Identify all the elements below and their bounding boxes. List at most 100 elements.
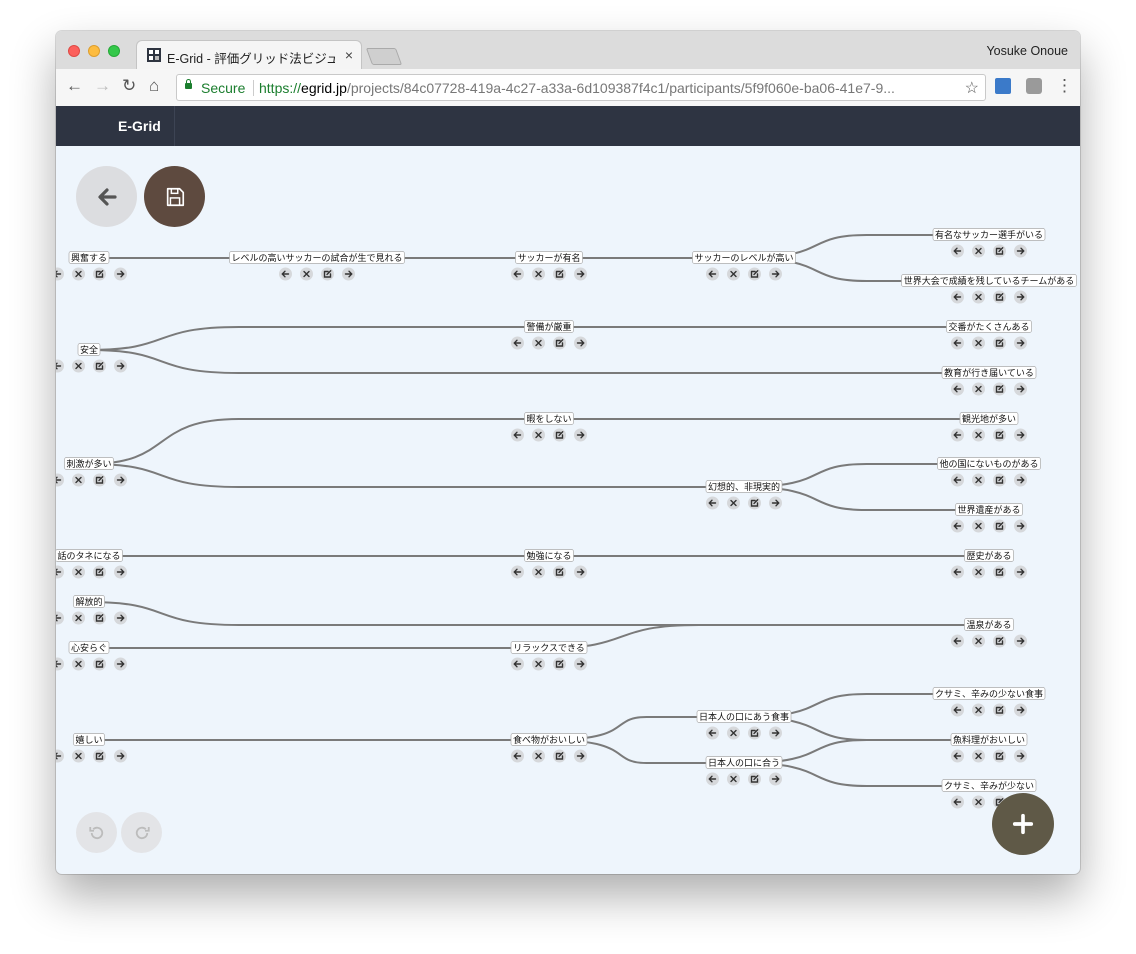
- close-icon[interactable]: [300, 267, 313, 281]
- edit-icon[interactable]: [993, 290, 1006, 304]
- arrow-right-icon[interactable]: [1014, 519, 1027, 533]
- arrow-left-icon[interactable]: [56, 473, 64, 487]
- arrow-left-icon[interactable]: [279, 267, 292, 281]
- close-icon[interactable]: [532, 657, 545, 671]
- graph-node[interactable]: 勉強になる: [511, 549, 587, 579]
- arrow-right-icon[interactable]: [574, 749, 587, 763]
- address-bar[interactable]: Secure https://egrid.jp/projects/84c0772…: [176, 74, 986, 101]
- profile-name[interactable]: Yosuke Onoue: [986, 44, 1068, 58]
- arrow-right-icon[interactable]: [342, 267, 355, 281]
- arrow-left-icon[interactable]: [706, 726, 719, 740]
- arrow-left-icon[interactable]: [56, 749, 64, 763]
- edit-icon[interactable]: [748, 267, 761, 281]
- graph-node[interactable]: 観光地が多い: [951, 412, 1027, 442]
- close-icon[interactable]: [972, 290, 985, 304]
- edit-icon[interactable]: [993, 473, 1006, 487]
- minimize-window-button[interactable]: [88, 45, 100, 57]
- arrow-right-icon[interactable]: [1014, 634, 1027, 648]
- close-icon[interactable]: [972, 519, 985, 533]
- edit-icon[interactable]: [993, 428, 1006, 442]
- arrow-right-icon[interactable]: [114, 749, 127, 763]
- graph-node[interactable]: 話のタネになる: [56, 549, 127, 579]
- arrow-right-icon[interactable]: [114, 611, 127, 625]
- close-icon[interactable]: [972, 634, 985, 648]
- graph-node[interactable]: サッカーのレベルが高い: [692, 251, 796, 281]
- arrow-left-icon[interactable]: [951, 382, 964, 396]
- close-icon[interactable]: [532, 565, 545, 579]
- arrow-left-icon[interactable]: [951, 565, 964, 579]
- close-icon[interactable]: [972, 749, 985, 763]
- edit-icon[interactable]: [993, 749, 1006, 763]
- arrow-right-icon[interactable]: [1014, 382, 1027, 396]
- graph-node[interactable]: 世界大会で成績を残しているチームがある: [901, 274, 1077, 304]
- tab-close-icon[interactable]: ×: [345, 47, 353, 63]
- arrow-left-icon[interactable]: [951, 244, 964, 258]
- edit-icon[interactable]: [553, 565, 566, 579]
- graph-node[interactable]: リラックスできる: [510, 641, 588, 671]
- forward-nav-icon[interactable]: →: [94, 76, 111, 96]
- arrow-right-icon[interactable]: [1014, 703, 1027, 717]
- arrow-right-icon[interactable]: [114, 267, 127, 281]
- edit-icon[interactable]: [93, 657, 106, 671]
- close-icon[interactable]: [532, 267, 545, 281]
- graph-node[interactable]: クサミ、辛みの少ない食事: [932, 687, 1046, 717]
- new-tab-button[interactable]: [365, 48, 403, 65]
- graph-node[interactable]: レベルの高いサッカーの試合が生で見れる: [229, 251, 405, 281]
- arrow-left-icon[interactable]: [511, 657, 524, 671]
- arrow-right-icon[interactable]: [574, 428, 587, 442]
- graph-node[interactable]: 日本人の口にあう食事: [696, 710, 792, 740]
- maximize-window-button[interactable]: [108, 45, 120, 57]
- arrow-left-icon[interactable]: [706, 267, 719, 281]
- graph-node[interactable]: 交番がたくさんある: [946, 320, 1032, 350]
- graph-node[interactable]: 安全: [56, 343, 127, 373]
- reload-icon[interactable]: ↻: [122, 76, 136, 96]
- arrow-right-icon[interactable]: [114, 473, 127, 487]
- graph-node[interactable]: 歴史がある: [951, 549, 1027, 579]
- close-icon[interactable]: [972, 703, 985, 717]
- arrow-left-icon[interactable]: [951, 749, 964, 763]
- arrow-left-icon[interactable]: [56, 267, 64, 281]
- arrow-left-icon[interactable]: [951, 473, 964, 487]
- edit-icon[interactable]: [993, 244, 1006, 258]
- arrow-right-icon[interactable]: [114, 657, 127, 671]
- edit-icon[interactable]: [93, 565, 106, 579]
- close-icon[interactable]: [727, 726, 740, 740]
- graph-node[interactable]: 世界遺産がある: [951, 503, 1027, 533]
- arrow-left-icon[interactable]: [951, 290, 964, 304]
- close-icon[interactable]: [972, 382, 985, 396]
- browser-menu-icon[interactable]: ⋮: [1056, 76, 1073, 96]
- arrow-left-icon[interactable]: [706, 772, 719, 786]
- graph-node[interactable]: 警備が厳重: [511, 320, 587, 350]
- edit-icon[interactable]: [993, 382, 1006, 396]
- graph-node[interactable]: 暇をしない: [511, 412, 587, 442]
- arrow-right-icon[interactable]: [769, 267, 782, 281]
- edit-icon[interactable]: [553, 749, 566, 763]
- edit-icon[interactable]: [748, 496, 761, 510]
- close-icon[interactable]: [72, 749, 85, 763]
- close-icon[interactable]: [72, 359, 85, 373]
- home-icon[interactable]: ⌂: [149, 76, 159, 96]
- extension-icon[interactable]: [995, 78, 1011, 94]
- edit-icon[interactable]: [993, 519, 1006, 533]
- arrow-left-icon[interactable]: [511, 565, 524, 579]
- close-icon[interactable]: [72, 611, 85, 625]
- close-icon[interactable]: [972, 795, 985, 809]
- arrow-left-icon[interactable]: [951, 634, 964, 648]
- edit-icon[interactable]: [993, 565, 1006, 579]
- arrow-right-icon[interactable]: [769, 496, 782, 510]
- close-window-button[interactable]: [68, 45, 80, 57]
- arrow-right-icon[interactable]: [1014, 749, 1027, 763]
- arrow-left-icon[interactable]: [706, 496, 719, 510]
- close-icon[interactable]: [72, 473, 85, 487]
- edit-icon[interactable]: [93, 267, 106, 281]
- arrow-left-icon[interactable]: [951, 519, 964, 533]
- graph-node[interactable]: 幻想的、非現実的: [705, 480, 783, 510]
- graph-node[interactable]: 魚料理がおいしい: [950, 733, 1028, 763]
- arrow-right-icon[interactable]: [1014, 244, 1027, 258]
- arrow-left-icon[interactable]: [511, 267, 524, 281]
- graph-node[interactable]: 心安らぐ: [56, 641, 127, 671]
- undo-button[interactable]: [76, 812, 117, 853]
- edit-icon[interactable]: [93, 473, 106, 487]
- edit-icon[interactable]: [93, 749, 106, 763]
- add-node-button[interactable]: [992, 793, 1054, 855]
